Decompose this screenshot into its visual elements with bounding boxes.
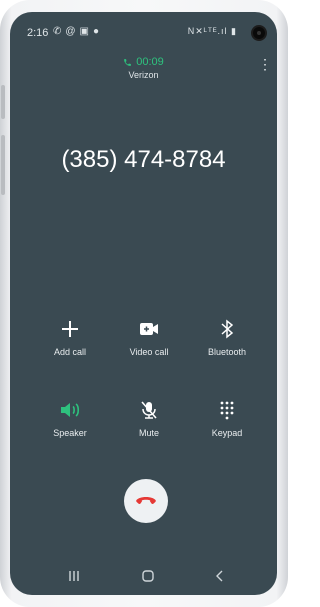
- bluetooth-label: Bluetooth: [207, 347, 247, 357]
- call-screen: 2:16 ✆ @ ▣ ● N✕ᴸᵀᴱ.ıl ▮ ⋮ 00:09 Verizon …: [10, 12, 277, 595]
- add-call-button[interactable]: Add call: [35, 317, 105, 357]
- bluetooth-button[interactable]: Bluetooth: [192, 317, 262, 357]
- speaker-icon: [61, 403, 80, 417]
- carrier-name: Verizon: [128, 70, 159, 80]
- power-button: [1, 135, 5, 195]
- mute-button[interactable]: Mute: [114, 398, 184, 438]
- navigation-bar: [10, 557, 277, 595]
- bluetooth-icon: [221, 319, 233, 339]
- mute-label: Mute: [138, 428, 159, 438]
- signal-icons: N✕ᴸᵀᴱ.ıl ▮: [187, 26, 237, 36]
- phone-number: (385) 474-8784: [61, 146, 226, 173]
- keypad-label: Keypad: [211, 428, 243, 438]
- status-bar: 2:16 ✆ @ ▣ ● N✕ᴸᵀᴱ.ıl ▮: [10, 12, 277, 48]
- bulb-icon: ●: [93, 26, 100, 37]
- volume-button: [1, 85, 5, 119]
- at-icon: @: [65, 26, 76, 37]
- video-camera-icon: [140, 323, 158, 335]
- home-icon[interactable]: [136, 567, 160, 585]
- speaker-button[interactable]: Speaker: [35, 398, 105, 438]
- call-active-icon: [124, 58, 132, 66]
- add-call-label: Add call: [53, 347, 87, 357]
- front-camera: [251, 25, 267, 41]
- duration-text: 00:09: [136, 56, 164, 68]
- image-icon: ▣: [79, 26, 89, 37]
- recents-icon[interactable]: [62, 567, 86, 585]
- back-icon[interactable]: [208, 567, 232, 585]
- plus-icon: [62, 321, 78, 337]
- phone-icon: ✆: [53, 26, 62, 37]
- status-time: 2:16: [27, 27, 49, 39]
- keypad-button[interactable]: Keypad: [192, 398, 262, 438]
- hang-up-icon: [136, 497, 156, 504]
- video-call-button[interactable]: Video call: [114, 317, 184, 357]
- speaker-label: Speaker: [53, 428, 87, 438]
- video-call-label: Video call: [129, 347, 169, 357]
- notification-icons: ✆ @ ▣ ●: [53, 26, 99, 37]
- mic-off-icon: [141, 401, 157, 419]
- end-call-button[interactable]: [124, 479, 168, 523]
- call-duration: 00:09: [10, 56, 277, 68]
- call-header: 00:09 Verizon: [10, 56, 277, 80]
- keypad-icon: [220, 401, 234, 420]
